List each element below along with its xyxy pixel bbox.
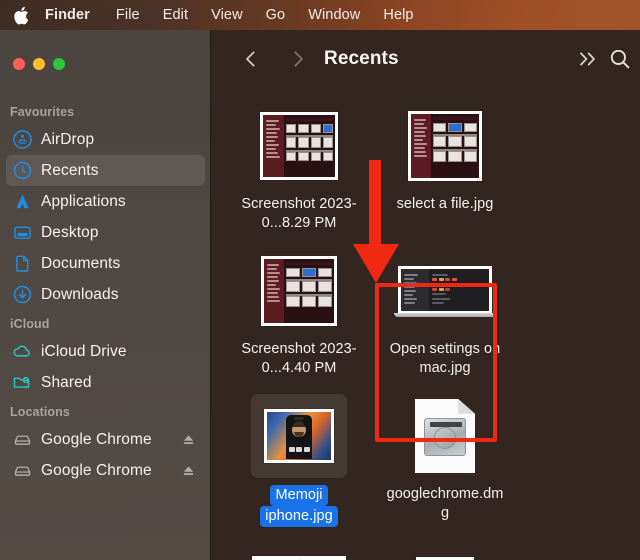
menu-item-view[interactable]: View: [211, 8, 243, 23]
menu-item-go[interactable]: Go: [266, 8, 286, 23]
file-item[interactable]: [372, 543, 518, 560]
menu-bar: Finder File Edit View Go Window Help: [0, 0, 640, 30]
sidebar-section-locations: Locations: [10, 405, 70, 419]
sidebar-item-label: Desktop: [41, 223, 99, 241]
sidebar-item-shared[interactable]: Shared: [6, 367, 205, 398]
eject-icon[interactable]: [182, 464, 195, 477]
zoom-button[interactable]: [53, 58, 65, 70]
iphone-memoji-thumbnail: [264, 409, 334, 463]
file-thumbnail: [251, 394, 347, 478]
file-grid: Screenshot 2023-0...8.29 PM select a fil…: [212, 88, 640, 560]
page-title: Recents: [324, 48, 399, 69]
shared-folder-icon: [11, 372, 33, 394]
minimize-button[interactable]: [33, 58, 45, 70]
search-icon[interactable]: [608, 47, 632, 71]
menu-item-edit[interactable]: Edit: [163, 8, 188, 23]
menu-item-file[interactable]: File: [116, 8, 140, 23]
file-item[interactable]: Screenshot 2023-0...4.40 PM: [226, 249, 372, 378]
chevron-right-icon[interactable]: [287, 48, 309, 70]
finder-screenshot-thumbnail: [260, 112, 338, 180]
sidebar-item-google-chrome-2[interactable]: Google Chrome: [6, 455, 205, 486]
sidebar-item-label: iCloud Drive: [41, 342, 127, 360]
menu-item-window[interactable]: Window: [308, 8, 360, 23]
file-name: googlechrome.dmg: [386, 486, 504, 521]
sidebar-section-favourites: Favourites: [10, 105, 75, 119]
apple-logo-icon[interactable]: [13, 6, 29, 25]
menu-item-help[interactable]: Help: [383, 8, 413, 23]
drive-icon: [11, 429, 33, 451]
close-button[interactable]: [13, 58, 25, 70]
finder-toolbar: Recents: [211, 30, 640, 88]
file-grid-area[interactable]: Screenshot 2023-0...8.29 PM select a fil…: [212, 88, 640, 560]
sidebar-item-google-chrome-1[interactable]: Google Chrome: [6, 424, 205, 455]
file-item[interactable]: [226, 543, 372, 560]
file-thumbnail: [251, 104, 347, 188]
sidebar-item-label: Downloads: [41, 285, 119, 303]
window-controls: [13, 58, 65, 70]
sidebar-scroll: Favourites AirDrop Recents Applications …: [0, 98, 211, 486]
sidebar-item-applications[interactable]: Applications: [6, 186, 205, 217]
sidebar-item-icloud-drive[interactable]: iCloud Drive: [6, 336, 205, 367]
sidebar-item-label: Applications: [41, 192, 126, 210]
clock-icon: [11, 160, 33, 182]
sidebar-item-recents[interactable]: Recents: [6, 155, 205, 186]
sidebar-item-label: AirDrop: [41, 130, 95, 148]
disk-image-icon: [415, 399, 475, 473]
desktop-icon: [11, 222, 33, 244]
drive-icon: [11, 460, 33, 482]
macbook-screenshot-thumbnail: [394, 265, 496, 317]
file-name: Open settings on mac.jpg: [389, 341, 501, 376]
finder-screenshot-thumbnail: [261, 256, 337, 326]
file-item[interactable]: Screenshot 2023-0...8.29 PM: [226, 104, 372, 233]
document-icon: [11, 253, 33, 275]
file-name-line-1: Memoji: [270, 485, 328, 506]
airdrop-icon: [11, 129, 33, 151]
file-item[interactable]: Open settings on mac.jpg: [372, 249, 518, 378]
sidebar-section-icloud: iCloud: [10, 317, 50, 331]
sidebar-item-airdrop[interactable]: AirDrop: [6, 124, 205, 155]
appstore-screenshot-thumbnail: [252, 556, 346, 560]
sidebar-item-label: Documents: [41, 254, 121, 272]
chevrons-right-icon[interactable]: [577, 49, 599, 69]
cloud-icon: [11, 341, 33, 363]
sidebar-item-label: Google Chrome: [41, 461, 152, 479]
file-item[interactable]: googlechrome.dmg: [372, 394, 518, 527]
file-name: Screenshot 2023-0...4.40 PM: [241, 341, 357, 376]
file-item[interactable]: select a file.jpg: [372, 104, 518, 233]
sidebar-item-label: Google Chrome: [41, 430, 152, 448]
eject-icon[interactable]: [182, 433, 195, 446]
chevron-left-icon[interactable]: [240, 48, 262, 70]
sidebar-item-downloads[interactable]: Downloads: [6, 279, 205, 310]
file-thumbnail: [251, 249, 347, 333]
menu-item-finder[interactable]: Finder: [45, 8, 90, 23]
sidebar-item-desktop[interactable]: Desktop: [6, 217, 205, 248]
file-thumbnail: [397, 394, 493, 478]
file-thumbnail: [397, 543, 493, 560]
sidebar-item-label: Recents: [41, 161, 99, 179]
sidebar-item-label: Shared: [41, 373, 92, 391]
finder-sidebar: Favourites AirDrop Recents Applications …: [0, 30, 211, 560]
finder-screenshot-thumbnail: [408, 111, 482, 181]
applications-icon: [11, 191, 33, 213]
file-thumbnail: [251, 543, 347, 560]
sidebar-item-documents[interactable]: Documents: [6, 248, 205, 279]
file-thumbnail: [397, 104, 493, 188]
file-name: Screenshot 2023-0...8.29 PM: [241, 196, 357, 231]
file-item-memoji-iphone[interactable]: Memoji iphone.jpg: [226, 394, 372, 527]
file-name: select a file.jpg: [396, 196, 494, 212]
file-thumbnail: [394, 249, 496, 333]
download-icon: [11, 284, 33, 306]
file-name: Memoji iphone.jpg: [260, 485, 338, 527]
file-name-line-2: iphone.jpg: [260, 506, 338, 527]
